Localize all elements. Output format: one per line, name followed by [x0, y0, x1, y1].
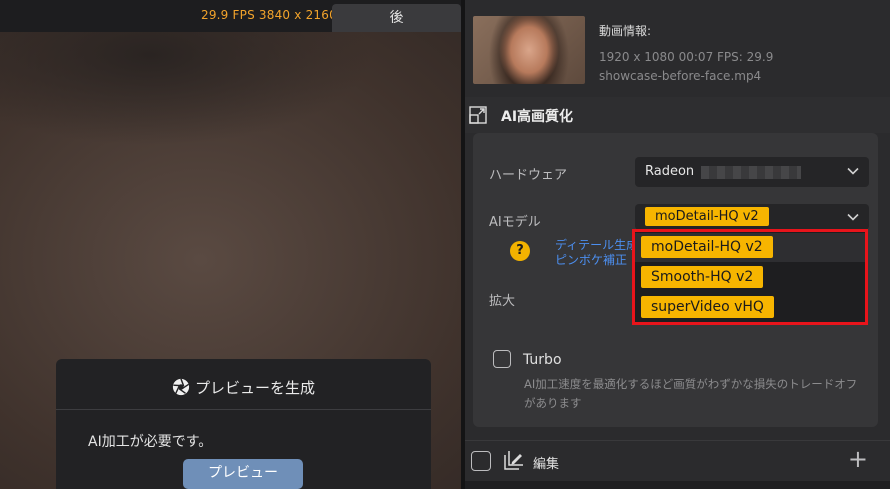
preview-button[interactable]: プレビュー: [183, 459, 303, 489]
ai-enhance-header[interactable]: AI高画質化: [465, 97, 890, 133]
generate-preview-panel: プレビューを生成 AI加工が必要です。 プレビュー: [56, 359, 431, 489]
upscale-label: 拡大: [489, 294, 516, 309]
plus-icon[interactable]: +: [848, 447, 868, 471]
hardware-value: Radeon: [645, 164, 695, 179]
ai-model-value: moDetail-HQ v2: [645, 207, 769, 226]
video-preview: 29.9 FPS 3840 x 2160 後 プレビューを生成 AI加工が必要で…: [0, 0, 461, 489]
hardware-select[interactable]: Radeon: [635, 157, 869, 187]
divider: [56, 409, 431, 410]
generate-preview-title: プレビューを生成: [56, 377, 431, 398]
edit-title: 編集: [533, 457, 560, 472]
edit-section-header[interactable]: 編集 +: [465, 440, 890, 481]
help-icon[interactable]: ?: [510, 241, 530, 261]
video-filename: showcase-before-face.mp4: [599, 69, 762, 83]
model-description-line2: ピンボケ補正 +: [555, 253, 639, 267]
chevron-down-icon: [847, 167, 859, 175]
edit-checkbox[interactable]: [471, 451, 491, 471]
ai-model-select[interactable]: moDetail-HQ v2: [635, 204, 869, 230]
redacted-text: [701, 166, 801, 179]
panel-footer: [465, 481, 890, 489]
edit-icon: [504, 451, 523, 470]
preview-topbar: 29.9 FPS 3840 x 2160 後: [0, 0, 461, 32]
enhance-icon: [469, 106, 487, 124]
hardware-label: ハードウェア: [489, 168, 568, 183]
video-thumbnail[interactable]: [473, 16, 585, 84]
turbo-checkbox[interactable]: [493, 350, 511, 368]
generate-preview-label: プレビューを生成: [194, 379, 315, 397]
ai-model-label: AIモデル: [489, 215, 541, 230]
fps-readout: 29.9 FPS 3840 x 2160: [201, 8, 337, 22]
turbo-description: AI加工速度を最適化するほど画質がわずかな損失のトレードオフがあります: [524, 377, 858, 410]
video-info-meta: 1920 x 1080 00:07 FPS: 29.9: [599, 50, 774, 64]
turbo-label: Turbo: [523, 352, 562, 368]
chevron-down-icon: [847, 213, 859, 221]
ai-enhance-title: AI高画質化: [501, 109, 574, 125]
shutter-icon: [172, 378, 190, 396]
highlight-box: [632, 229, 868, 325]
video-info-title: 動画情報:: [599, 24, 652, 38]
ai-required-message: AI加工が必要です。: [88, 434, 213, 450]
after-tab[interactable]: 後: [332, 4, 461, 32]
